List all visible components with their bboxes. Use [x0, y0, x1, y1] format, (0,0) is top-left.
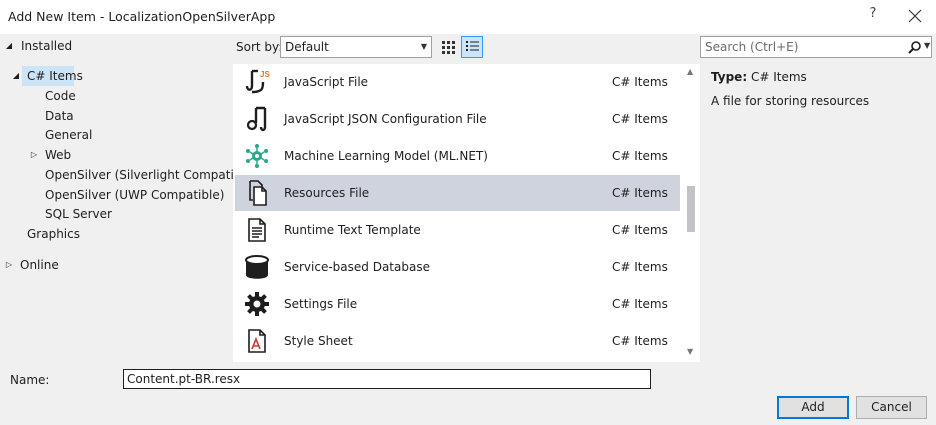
sort-by-dropdown[interactable]: Default ▼ — [280, 36, 432, 58]
svg-text:JS: JS — [260, 70, 270, 79]
template-row-runtime-text-template[interactable]: Runtime Text Template C# Items — [235, 212, 680, 248]
tree-item-graphics[interactable]: Graphics — [27, 224, 80, 244]
category-tree: ◢ Installed C# Items ◢ Code Data General… — [0, 34, 257, 362]
tree-item-label: C# Items — [27, 69, 83, 83]
tree-item-web[interactable]: Web — [45, 145, 71, 165]
template-type: C# Items — [612, 75, 668, 89]
text-template-icon — [248, 218, 266, 242]
cancel-button[interactable]: Cancel — [856, 396, 927, 419]
name-label: Name: — [10, 373, 50, 387]
template-name: Machine Learning Model (ML.NET) — [284, 149, 488, 163]
scroll-thumb[interactable] — [687, 186, 695, 232]
tree-item-label: Graphics — [27, 227, 80, 241]
template-type: C# Items — [612, 112, 668, 126]
template-type: C# Items — [612, 149, 668, 163]
expand-icon[interactable]: ▷ — [29, 145, 39, 165]
search-options-arrow-icon[interactable]: ▼ — [924, 41, 930, 50]
tree-item-label: OpenSilver (Silverlight Compatible) — [45, 168, 257, 182]
search-input[interactable]: Search (Ctrl+E) ▼ — [700, 36, 932, 58]
tree-item-code[interactable]: Code — [45, 86, 76, 106]
template-type: C# Items — [612, 186, 668, 200]
tree-item-opensilver-uwp[interactable]: OpenSilver (UWP Compatible) — [45, 185, 224, 205]
tree-item-label: OpenSilver (UWP Compatible) — [45, 188, 225, 202]
template-type: C# Items — [612, 260, 668, 274]
json-config-file-icon — [246, 106, 267, 132]
tree-item-data[interactable]: Data — [45, 106, 74, 126]
template-row-settings-file[interactable]: Settings File C# Items — [235, 286, 680, 322]
details-type-value: C# Items — [750, 70, 807, 84]
ml-model-icon — [246, 144, 268, 168]
template-name: Runtime Text Template — [284, 223, 421, 237]
template-name: Settings File — [284, 297, 358, 311]
template-name: JavaScript JSON Configuration File — [284, 112, 487, 126]
style-sheet-icon — [248, 329, 266, 353]
template-list-scrollbar[interactable]: ▲ ▼ — [683, 64, 699, 362]
tree-item-sql-server[interactable]: SQL Server — [45, 204, 112, 224]
details-pane: Type: C# Items A file for storing resour… — [700, 64, 936, 362]
help-button[interactable]: ? — [864, 6, 882, 26]
details-type: Type: C# Items — [711, 70, 807, 84]
template-name: Resources File — [284, 186, 370, 200]
tree-item-label: Installed — [21, 39, 73, 53]
details-description: A file for storing resources — [711, 94, 870, 108]
tree-item-label: General — [45, 128, 93, 142]
template-row-service-database[interactable]: Service-based Database C# Items — [235, 249, 680, 285]
sort-by-label: Sort by: — [236, 40, 283, 54]
template-row-ml-model[interactable]: Machine Learning Model (ML.NET) C# Items — [235, 138, 680, 174]
grid-view-icon[interactable] — [437, 36, 459, 58]
expand-icon[interactable]: ▷ — [4, 255, 14, 275]
close-icon[interactable] — [906, 7, 924, 25]
template-name: JavaScript File — [284, 75, 369, 89]
tree-item-label: Online — [20, 258, 59, 272]
scroll-down-icon[interactable]: ▼ — [687, 347, 693, 356]
tree-item-general[interactable]: General — [45, 125, 92, 145]
template-row-resources-file[interactable]: Resources File C# Items — [235, 175, 680, 211]
tree-item-installed[interactable]: ◢ Installed — [0, 36, 228, 56]
template-row-style-sheet[interactable]: Style Sheet C# Items — [235, 323, 680, 359]
scroll-up-icon[interactable]: ▲ — [687, 67, 693, 76]
details-type-label: Type: — [711, 70, 748, 84]
settings-gear-icon — [245, 292, 269, 316]
template-name: Service-based Database — [284, 260, 430, 274]
tree-item-csharp-items[interactable]: C# Items — [22, 66, 83, 86]
template-name: Style Sheet — [284, 334, 353, 348]
title-bar: Add New Item - LocalizationOpenSilverApp… — [0, 0, 936, 34]
javascript-file-icon: JS — [245, 69, 270, 94]
resources-file-icon — [249, 180, 267, 206]
template-list: JS JavaScript File C# Items JavaScript J… — [233, 64, 700, 362]
tree-item-opensilver-silverlight[interactable]: OpenSilver (Silverlight Compatible) — [45, 165, 257, 185]
template-type: C# Items — [612, 334, 668, 348]
sort-by-value: Default — [285, 40, 329, 54]
tree-item-label: SQL Server — [45, 207, 112, 221]
template-row-javascript-file[interactable]: JS JavaScript File C# Items — [235, 64, 680, 100]
dropdown-arrow-icon: ▼ — [420, 42, 427, 51]
template-type: C# Items — [612, 223, 668, 237]
tree-item-label: Web — [45, 148, 72, 162]
search-placeholder: Search (Ctrl+E) — [705, 40, 799, 54]
database-icon — [245, 255, 269, 279]
name-input[interactable] — [123, 369, 651, 389]
list-view-button[interactable] — [461, 36, 483, 58]
window-title: Add New Item - LocalizationOpenSilverApp — [8, 9, 276, 24]
add-button[interactable]: Add — [777, 396, 849, 419]
collapse-icon[interactable]: ◢ — [11, 66, 21, 86]
template-row-json-config[interactable]: JavaScript JSON Configuration File C# It… — [235, 101, 680, 137]
tree-item-label: Data — [45, 109, 74, 123]
tree-item-online[interactable]: Online — [20, 255, 59, 275]
tree-item-label: Code — [45, 89, 76, 103]
list-view-icon — [466, 41, 479, 51]
template-type: C# Items — [612, 297, 668, 311]
search-icon[interactable] — [907, 40, 923, 56]
collapse-icon[interactable]: ◢ — [4, 36, 14, 56]
